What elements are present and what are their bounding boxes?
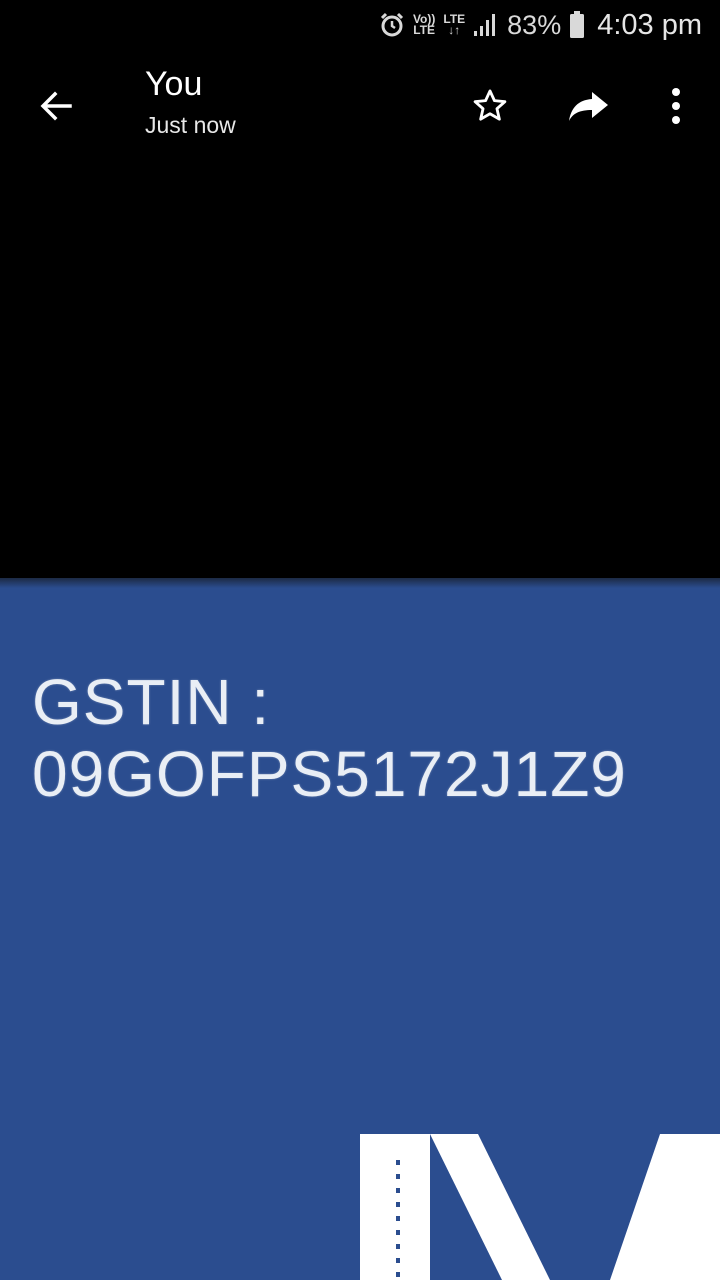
lte-indicator: LTE ↓↑: [443, 13, 465, 37]
battery-percent: 83%: [507, 9, 562, 40]
battery-icon: [569, 11, 585, 39]
volte-bottom-label: LTE: [413, 23, 436, 37]
gstin-number: 09GOFPS5172J1Z9: [32, 738, 627, 810]
logo-letter-graphic: [360, 1134, 720, 1280]
photo-top-edge: [0, 578, 720, 588]
back-button[interactable]: [28, 78, 84, 134]
timestamp-subtitle: Just now: [145, 112, 236, 138]
viewer-toolbar: You Just now: [0, 50, 720, 160]
displayed-photo[interactable]: GSTIN : 09GOFPS5172J1Z9: [0, 578, 720, 1280]
star-button[interactable]: [462, 78, 518, 134]
sender-title: You: [145, 65, 203, 103]
star-icon: [473, 89, 507, 121]
status-icons: Vo)) LTE LTE ↓↑ 83% 4:03 pm: [379, 6, 702, 44]
volte-indicator: Vo)) LTE: [413, 13, 436, 37]
signal-icon: [473, 13, 499, 37]
status-bar: Vo)) LTE LTE ↓↑ 83% 4:03 pm: [0, 0, 720, 50]
gstin-label: GSTIN :: [32, 666, 271, 738]
title-block: You Just now: [145, 64, 236, 140]
more-options-button[interactable]: [648, 78, 704, 134]
data-arrows-label: ↓↑: [448, 23, 461, 37]
gstin-text: GSTIN : 09GOFPS5172J1Z9: [32, 666, 627, 810]
clock: 4:03 pm: [597, 8, 702, 41]
image-viewer-screen: Vo)) LTE LTE ↓↑ 83% 4:03 pm You Just now…: [0, 0, 720, 1280]
back-arrow-icon: [40, 91, 72, 121]
more-vert-icon: [672, 88, 680, 124]
share-icon: [569, 92, 608, 121]
share-button[interactable]: [561, 78, 617, 134]
alarm-icon: [379, 12, 405, 38]
